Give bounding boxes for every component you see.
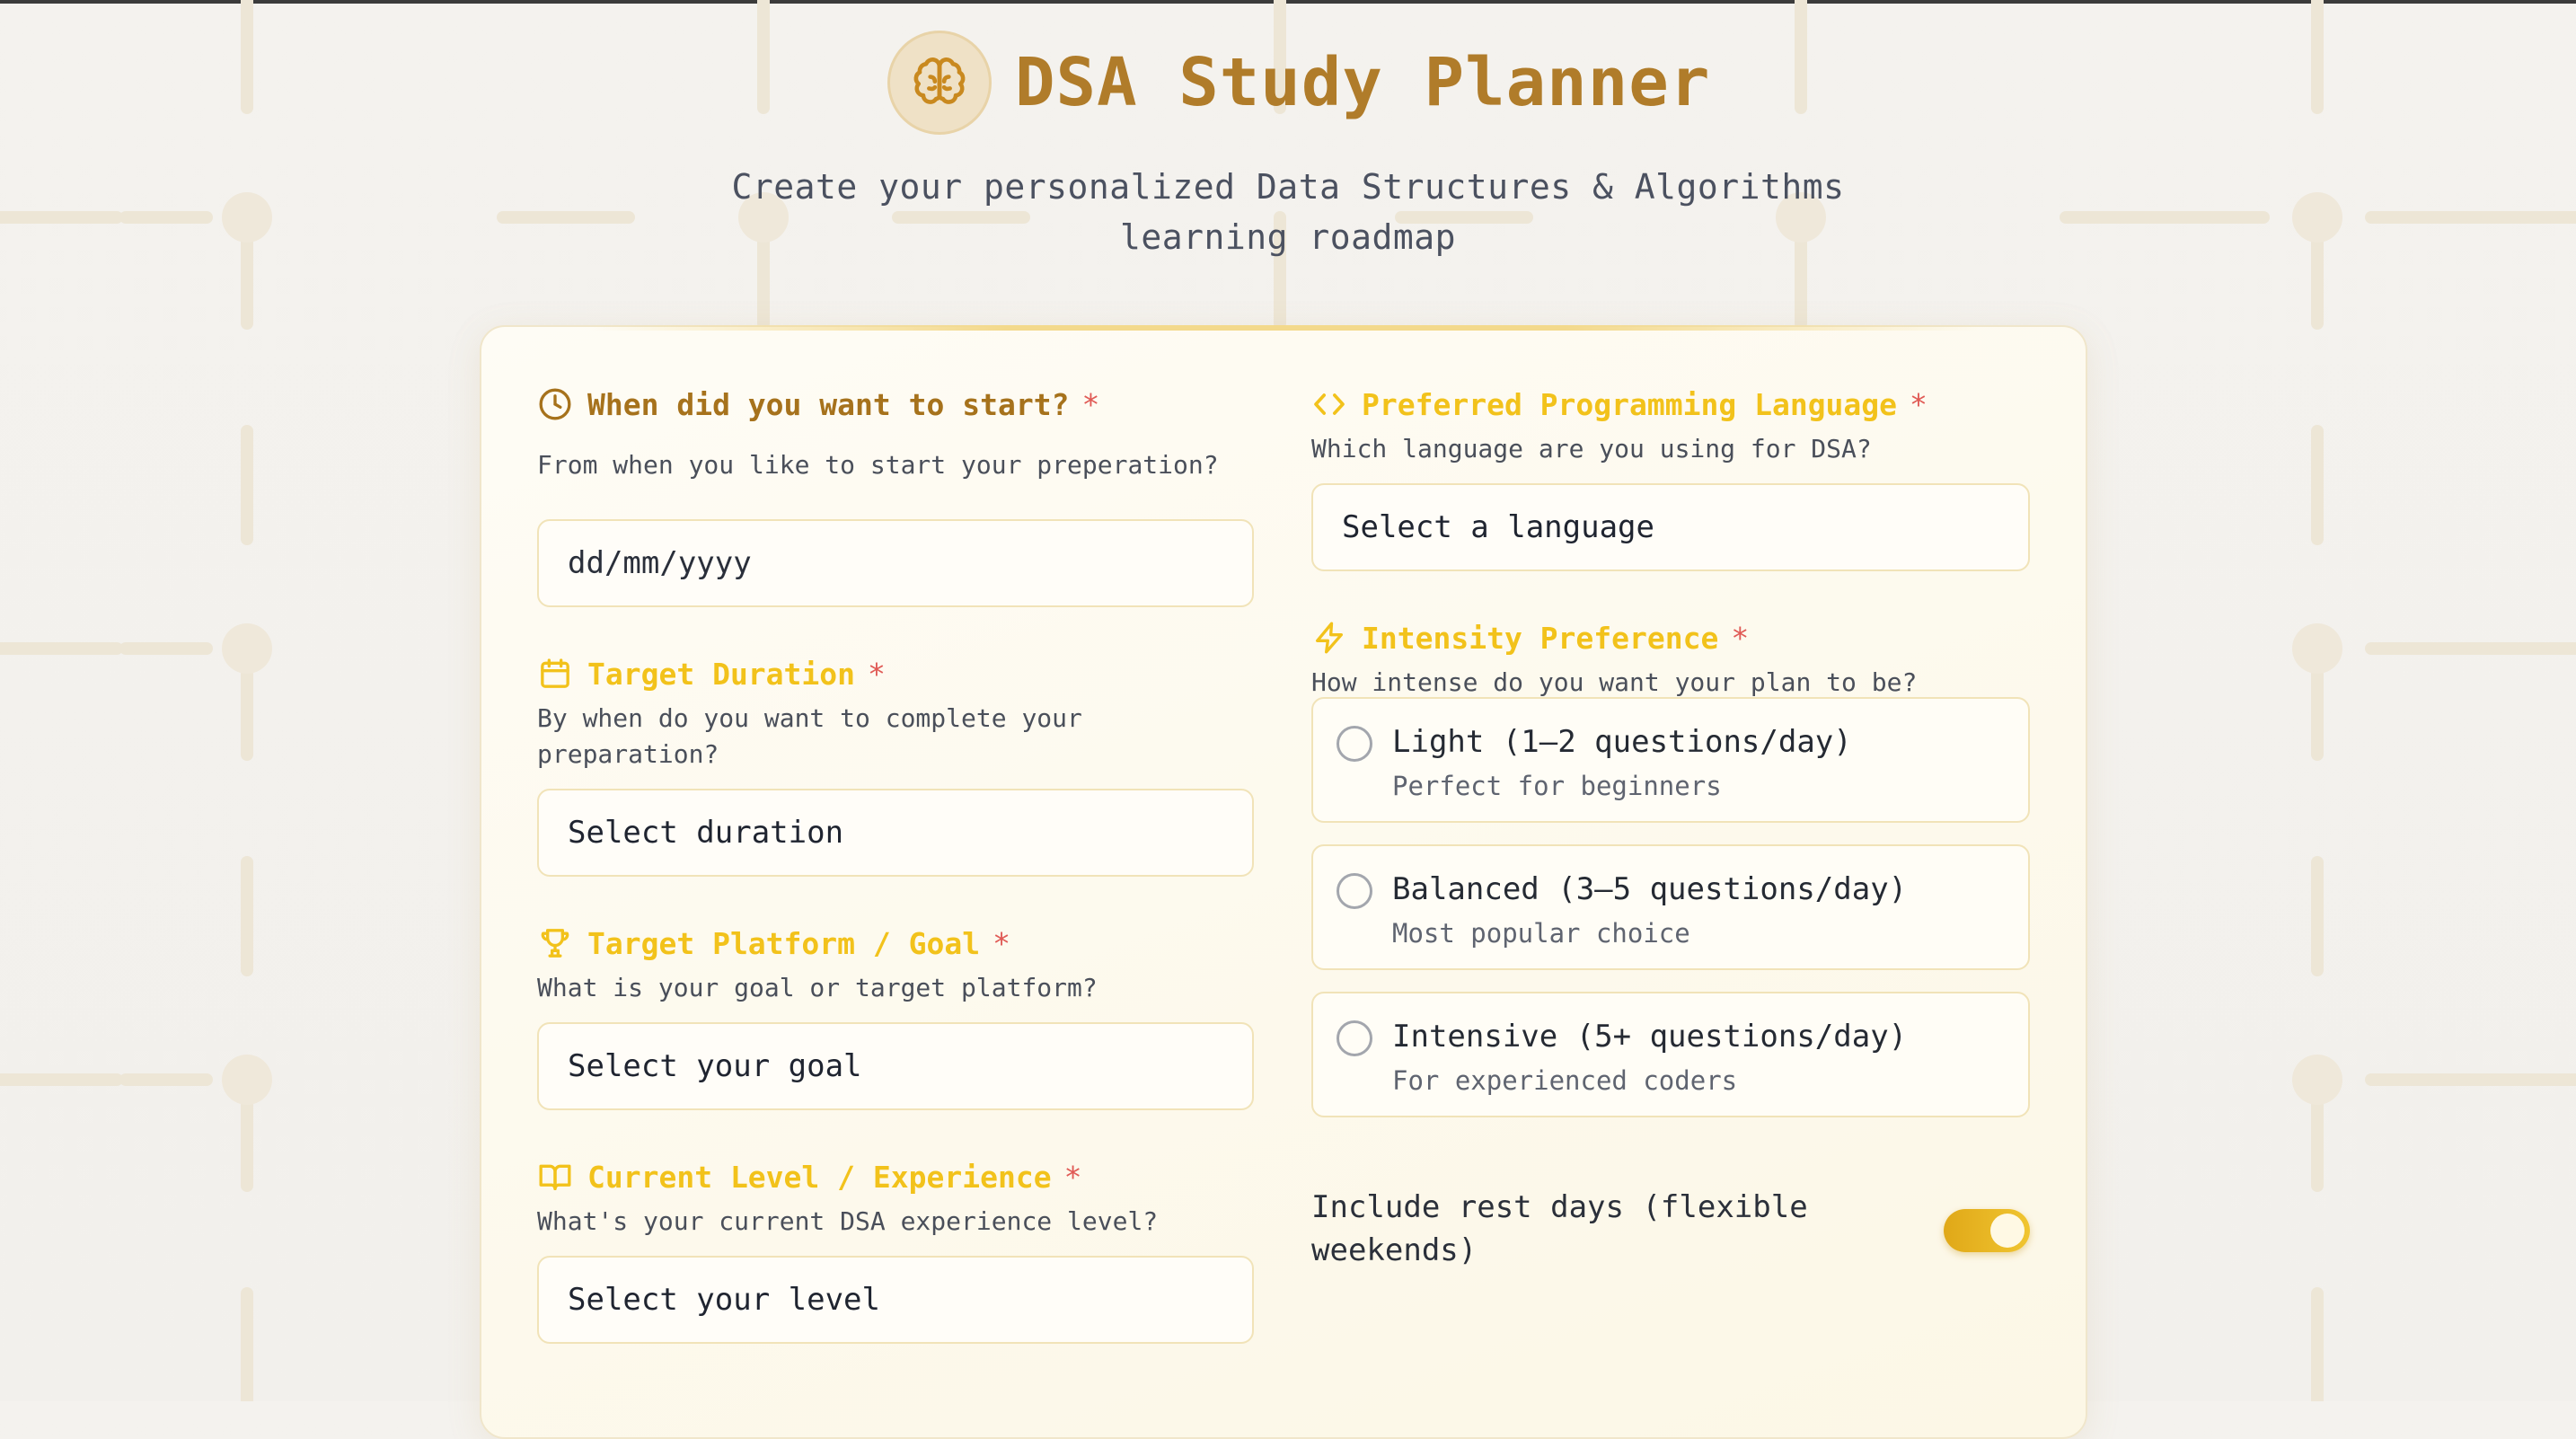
start-date-label-text: When did you want to start? <box>587 386 1070 422</box>
book-icon <box>537 1159 573 1195</box>
language-label-text: Preferred Programming Language <box>1362 386 1898 422</box>
current-level-label: Current Level / Experience * <box>537 1159 1158 1195</box>
option-title: Light (1–2 questions/day) <box>1392 724 1852 760</box>
current-level-label-text: Current Level / Experience <box>587 1159 1052 1195</box>
radio-button[interactable] <box>1337 873 1372 909</box>
lightning-icon <box>1311 620 1347 656</box>
brand-badge <box>887 31 992 135</box>
language-select[interactable]: Select a language <box>1311 483 2030 571</box>
start-date-help: From when you like to start your prepera… <box>537 450 1219 480</box>
card-accent-bar <box>589 325 1981 331</box>
option-title: Balanced (3–5 questions/day) <box>1392 871 1908 907</box>
target-duration-label: Target Duration * <box>537 656 1254 692</box>
intensity-option-light[interactable]: Light (1–2 questions/day) Perfect for be… <box>1311 697 2030 823</box>
option-description: Most popular choice <box>1392 918 1690 949</box>
intensity-option-balanced[interactable]: Balanced (3–5 questions/day) Most popula… <box>1311 844 2030 970</box>
start-date-field: When did you want to start? * From when … <box>537 386 1219 483</box>
intensity-label: Intensity Preference * <box>1311 620 1917 656</box>
radio-button[interactable] <box>1337 1020 1372 1056</box>
required-marker: * <box>1081 386 1100 422</box>
page-subtitle: Create your personalized Data Structures… <box>731 167 1845 257</box>
target-duration-label-text: Target Duration <box>587 656 856 692</box>
language-help: Which language are you using for DSA? <box>1311 434 1872 463</box>
target-goal-field: Target Platform / Goal * What is your go… <box>537 925 1098 1006</box>
target-goal-help: What is your goal or target platform? <box>537 973 1098 1002</box>
target-duration-field: Target Duration * By when do you want to… <box>537 656 1254 772</box>
option-description: Perfect for beginners <box>1392 771 1722 801</box>
required-marker: * <box>1063 1159 1082 1195</box>
required-marker: * <box>1910 386 1928 422</box>
trophy-icon <box>537 925 573 961</box>
current-level-help: What's your current DSA experience level… <box>537 1206 1159 1236</box>
intensity-field: Intensity Preference * How intense do yo… <box>1311 620 1917 701</box>
target-goal-label-text: Target Platform / Goal <box>587 925 981 961</box>
rest-days-label: Include rest days (flexible weekends) <box>1311 1189 1808 1268</box>
option-description: For experienced coders <box>1392 1065 1738 1096</box>
toggle-knob[interactable] <box>1990 1214 2025 1248</box>
planner-form-card: When did you want to start? * From when … <box>480 325 2087 1439</box>
rest-days-toggle[interactable] <box>1944 1209 2030 1252</box>
brain-icon <box>913 57 966 104</box>
code-icon <box>1311 386 1347 422</box>
intensity-option-intensive[interactable]: Intensive (5+ questions/day) For experie… <box>1311 992 2030 1117</box>
target-duration-help: By when do you want to complete your pre… <box>537 703 1082 769</box>
clock-icon <box>537 386 573 422</box>
option-title: Intensive (5+ questions/day) <box>1392 1019 1908 1055</box>
page-title: DSA Study Planner <box>1015 44 1711 121</box>
brand: DSA Study Planner <box>887 31 1710 135</box>
start-date-label: When did you want to start? * <box>537 386 1219 422</box>
required-marker: * <box>1731 620 1750 656</box>
language-label: Preferred Programming Language * <box>1311 386 1928 422</box>
current-level-select[interactable]: Select your level <box>537 1256 1254 1344</box>
intensity-help: How intense do you want your plan to be? <box>1311 667 1918 697</box>
start-date-input[interactable]: dd/mm/yyyy <box>537 519 1254 607</box>
required-marker: * <box>992 925 1010 961</box>
target-goal-label: Target Platform / Goal * <box>537 925 1098 961</box>
required-marker: * <box>868 656 886 692</box>
current-level-field: Current Level / Experience * What's your… <box>537 1159 1158 1240</box>
target-duration-select[interactable]: Select duration <box>537 789 1254 877</box>
language-field: Preferred Programming Language * Which l… <box>1311 386 1928 467</box>
target-goal-select[interactable]: Select your goal <box>537 1022 1254 1110</box>
calendar-icon <box>537 656 573 692</box>
radio-button[interactable] <box>1337 726 1372 762</box>
intensity-label-text: Intensity Preference <box>1362 620 1719 656</box>
